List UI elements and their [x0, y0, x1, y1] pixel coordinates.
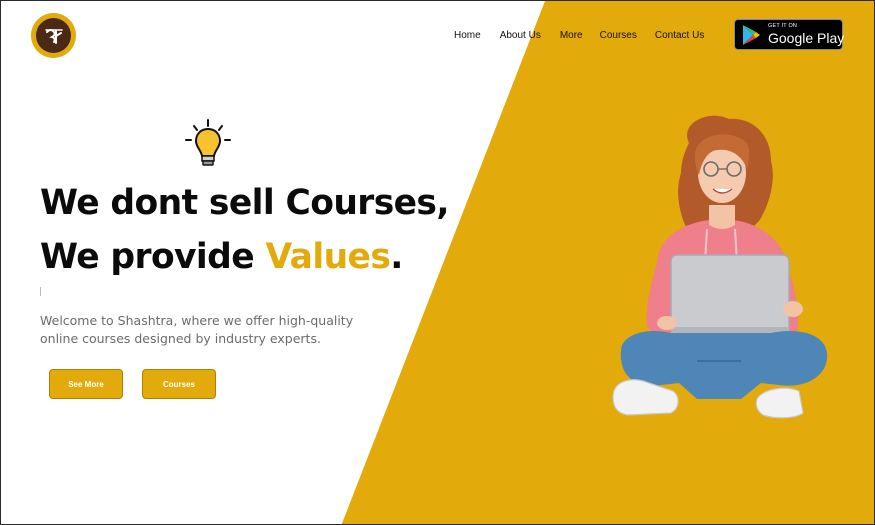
text-cursor-mark [40, 287, 41, 296]
nav-contact-us[interactable]: Contact Us [655, 30, 704, 41]
main-nav: Home About Us More Courses Contact Us [451, 28, 704, 42]
see-more-button[interactable]: See More [49, 369, 123, 399]
nav-more[interactable]: More [560, 30, 583, 41]
hero-headline-line1: We dont sell Courses, [40, 183, 449, 223]
google-play-big-text: Google Play [768, 29, 845, 46]
lightbulb-icon [185, 119, 231, 166]
hero-description: Welcome to Shashtra, where we offer high… [40, 313, 354, 346]
nav-courses[interactable]: Courses [600, 30, 637, 41]
nav-home[interactable]: Home [454, 30, 481, 41]
google-play-small-text: GET IT ON [768, 23, 798, 30]
logo-glyph-icon [44, 28, 63, 44]
brand-logo[interactable] [31, 13, 76, 58]
google-play-badge[interactable]: GET IT ON Google Play [734, 19, 845, 50]
courses-button[interactable]: Courses [142, 369, 216, 399]
headline-suffix: . [390, 237, 403, 277]
hero-headline-line2: We provide Values. [40, 237, 403, 277]
logo-mark [36, 18, 71, 53]
google-play-icon [743, 24, 760, 45]
headline-accent-word: Values [265, 237, 391, 277]
page: Home About Us More Courses Contact Us GE… [0, 0, 875, 525]
nav-about-us[interactable]: About Us [500, 30, 541, 41]
student-with-laptop-image [612, 115, 828, 419]
headline-prefix: We provide [40, 237, 266, 277]
